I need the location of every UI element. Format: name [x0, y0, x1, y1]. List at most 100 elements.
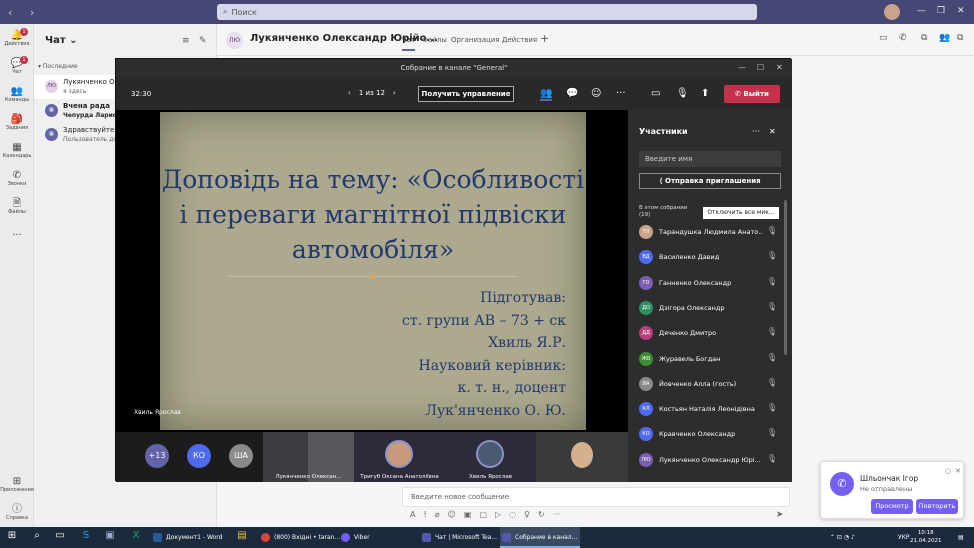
- meeting-chat-icon[interactable]: 💬: [566, 88, 578, 99]
- popout-icon[interactable]: ⧉: [957, 33, 963, 43]
- rail-item-calls[interactable]: ✆ Звонки: [0, 170, 34, 187]
- send-icon[interactable]: ➤: [776, 510, 784, 520]
- next-slide-icon[interactable]: ›: [393, 89, 396, 97]
- mic-muted-icon[interactable]: 🎙: [767, 454, 777, 463]
- participant-avatar[interactable]: КО: [187, 444, 211, 468]
- rail-item-calendar[interactable]: ▦ Календарь: [0, 142, 34, 159]
- participant-row[interactable]: ТЛ Тарандушка Людмила Анато... 🎙: [639, 223, 781, 241]
- attach-icon[interactable]: ⌀: [435, 510, 440, 519]
- back-icon[interactable]: ‹: [8, 6, 22, 19]
- gif-icon[interactable]: ▣: [464, 510, 472, 519]
- reactions-icon[interactable]: ☺: [591, 88, 601, 99]
- message-input[interactable]: Введите новое сообщение: [402, 487, 790, 507]
- format-icon[interactable]: A: [410, 510, 415, 519]
- meet-now-icon[interactable]: ▷: [495, 510, 501, 519]
- screen-share-icon[interactable]: ⧉: [921, 33, 927, 43]
- rail-item-files[interactable]: 🗎 Файлы: [0, 198, 34, 215]
- language-indicator[interactable]: УКР: [898, 527, 910, 548]
- skype-icon[interactable]: S: [77, 530, 95, 541]
- close-icon[interactable]: ✕: [776, 63, 783, 72]
- add-tab-button[interactable]: +: [540, 32, 549, 45]
- participant-row[interactable]: ДО Дзігора Олександр 🎙: [639, 299, 781, 317]
- mic-muted-icon[interactable]: 🎙: [767, 403, 777, 412]
- mic-muted-icon[interactable]: 🎙: [767, 353, 777, 362]
- file-explorer-icon[interactable]: ▤: [233, 530, 251, 541]
- mic-muted-icon[interactable]: 🎙: [767, 251, 777, 260]
- get-control-button[interactable]: Получить управление: [418, 86, 514, 102]
- filter-icon[interactable]: ≡: [182, 36, 190, 46]
- retry-button[interactable]: Повторить: [916, 499, 958, 514]
- close-icon[interactable]: ✕: [769, 127, 776, 136]
- more-apps-icon[interactable]: ···: [0, 230, 34, 241]
- sticker-icon[interactable]: ▢: [479, 510, 487, 519]
- tab-files[interactable]: Файлы: [422, 36, 447, 44]
- more-actions-icon[interactable]: ···: [616, 88, 626, 99]
- mic-muted-icon[interactable]: 🎙: [767, 302, 777, 311]
- participant-row[interactable]: ДД Дяченко Дмитро 🎙: [639, 324, 781, 342]
- loop-icon[interactable]: ↻: [538, 510, 545, 519]
- camera-off-icon[interactable]: ▭: [651, 88, 660, 99]
- stream-icon[interactable]: ◌: [509, 510, 516, 519]
- participant-avatar[interactable]: ША: [229, 444, 253, 468]
- participant-video[interactable]: Лукянченко Олексан...: [263, 432, 354, 482]
- tab-activity[interactable]: Действия: [502, 36, 537, 44]
- notifications-icon[interactable]: ▤: [958, 527, 964, 548]
- mic-off-icon[interactable]: 🎙: [676, 88, 689, 99]
- system-tray-icons[interactable]: ⌃ ⊡ ◔ ♪: [830, 527, 855, 548]
- rail-item-apps[interactable]: ⊞ Приложения: [0, 476, 34, 493]
- taskbar-app-teams-chat[interactable]: Чат | Microsoft Tea...: [420, 527, 498, 548]
- taskbar-app-teams-meeting[interactable]: Собрание в канал...: [500, 527, 580, 548]
- user-avatar[interactable]: [884, 4, 900, 20]
- leave-button[interactable]: ✆ Выйти: [724, 85, 780, 103]
- participant-row[interactable]: КО Кравченко Олександр 🎙: [639, 425, 781, 443]
- save-icon[interactable]: ▣: [101, 530, 119, 541]
- emoji-icon[interactable]: ☺: [448, 510, 456, 519]
- search-input[interactable]: ⌕ Поиск: [217, 4, 757, 20]
- name-search-input[interactable]: Введите имя: [639, 151, 781, 167]
- rail-item-help[interactable]: ⓘ Справка: [0, 504, 34, 521]
- scrollbar[interactable]: [784, 200, 787, 355]
- overflow-participants[interactable]: +13: [145, 444, 169, 468]
- new-chat-icon[interactable]: ✎: [199, 36, 207, 46]
- rail-item-chat[interactable]: 💬 1 Чат: [0, 56, 34, 75]
- self-video[interactable]: [536, 432, 628, 482]
- task-view-icon[interactable]: ▭: [51, 530, 69, 541]
- praise-icon[interactable]: ♀: [524, 510, 530, 519]
- participant-video[interactable]: Тригуб Оксана Анатоліївна: [354, 432, 445, 482]
- people-icon[interactable]: 👥: [939, 33, 950, 43]
- taskbar-app-chrome[interactable]: (800) Вхідні • taran...: [259, 527, 340, 548]
- taskbar-app-word[interactable]: Документ1 - Word: [151, 527, 232, 548]
- mic-muted-icon[interactable]: 🎙: [767, 226, 777, 235]
- tab-chat[interactable]: Чат: [402, 36, 416, 51]
- participant-row[interactable]: КЛ Костьян Наталія Леонідівна 🎙: [639, 400, 781, 418]
- maximize-icon[interactable]: ☐: [757, 63, 764, 72]
- settings-icon[interactable]: ○: [945, 467, 951, 475]
- minimize-icon[interactable]: —: [917, 6, 926, 16]
- mic-muted-icon[interactable]: 🎙: [767, 378, 777, 387]
- mic-muted-icon[interactable]: 🎙: [767, 327, 777, 336]
- more-icon[interactable]: ···: [553, 510, 561, 519]
- close-icon[interactable]: ✕: [955, 467, 961, 475]
- video-call-icon[interactable]: ▭: [879, 33, 888, 43]
- participant-row[interactable]: ЙА Йовченко Алла (гость) 🎙: [639, 375, 781, 393]
- mute-all-button[interactable]: Отключить все мик...: [703, 207, 779, 219]
- rail-item-assignments[interactable]: 🎒 Задания: [0, 114, 34, 131]
- taskbar-app-viber[interactable]: Viber: [339, 527, 413, 548]
- windows-start-icon[interactable]: ⊞: [3, 530, 21, 541]
- audio-call-icon[interactable]: ✆: [899, 33, 907, 43]
- mic-muted-icon[interactable]: 🎙: [767, 277, 777, 286]
- prev-slide-icon[interactable]: ‹: [348, 89, 351, 97]
- participant-row[interactable]: ЖБ Журавель Богдан 🎙: [639, 350, 781, 368]
- view-button[interactable]: Просмотр: [871, 499, 913, 514]
- in-meeting-header[interactable]: В этом собрании (19): [639, 205, 687, 219]
- participants-icon[interactable]: 👥: [540, 88, 553, 101]
- participant-row[interactable]: ГО Ганненко Олександр 🎙: [639, 274, 781, 292]
- share-screen-icon[interactable]: ⬆: [701, 88, 709, 99]
- rail-item-teams[interactable]: 👥 Команды: [0, 86, 34, 103]
- participant-row[interactable]: ВД Василенко Давид 🎙: [639, 248, 781, 266]
- search-icon[interactable]: ⌕: [28, 530, 46, 541]
- more-icon[interactable]: ···: [752, 127, 760, 136]
- invite-button[interactable]: ⟨ Отправка приглашения: [639, 173, 781, 189]
- participant-row[interactable]: ЛЮ Лукянченко Олександр Юрі... 🎙: [639, 451, 781, 469]
- clock[interactable]: 10:18 21.04.2021: [910, 529, 942, 545]
